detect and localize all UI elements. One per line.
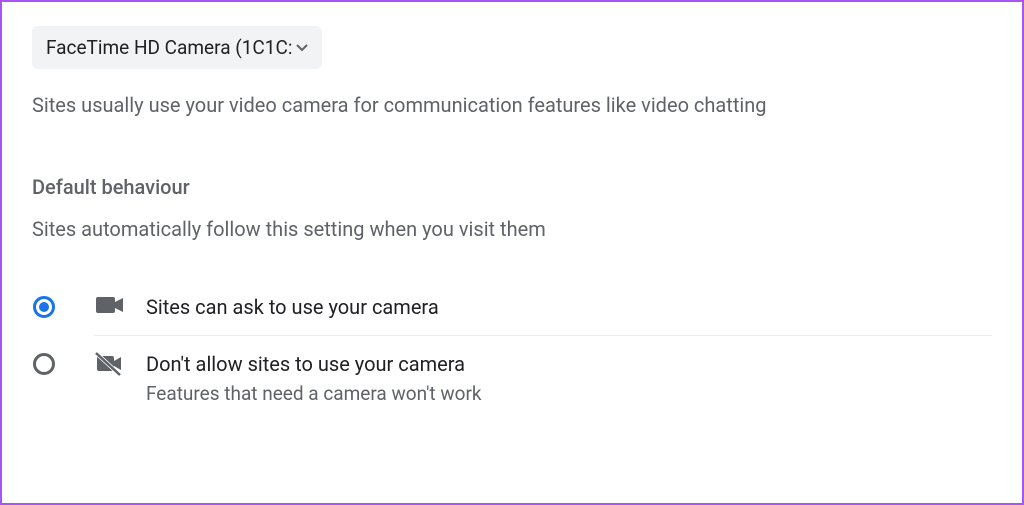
camera-description: Sites usually use your video camera for … <box>32 91 992 119</box>
option-block[interactable]: Don't allow sites to use your camera Fea… <box>32 336 992 419</box>
camera-select-value: FaceTime HD Camera (1C1C: <box>46 36 292 59</box>
option-block-title: Don't allow sites to use your camera <box>146 350 482 378</box>
section-sub: Sites automatically follow this setting … <box>32 217 992 241</box>
radio-block[interactable] <box>32 352 56 376</box>
camera-icon <box>94 295 126 315</box>
option-allow[interactable]: Sites can ask to use your camera <box>32 279 992 335</box>
option-block-sub: Features that need a camera won't work <box>146 382 482 405</box>
radio-allow[interactable] <box>32 295 56 319</box>
option-allow-title: Sites can ask to use your camera <box>146 293 439 321</box>
chevron-down-icon <box>296 44 308 52</box>
camera-select-dropdown[interactable]: FaceTime HD Camera (1C1C: <box>32 26 322 69</box>
section-heading: Default behaviour <box>32 175 992 199</box>
camera-off-icon <box>94 352 126 376</box>
